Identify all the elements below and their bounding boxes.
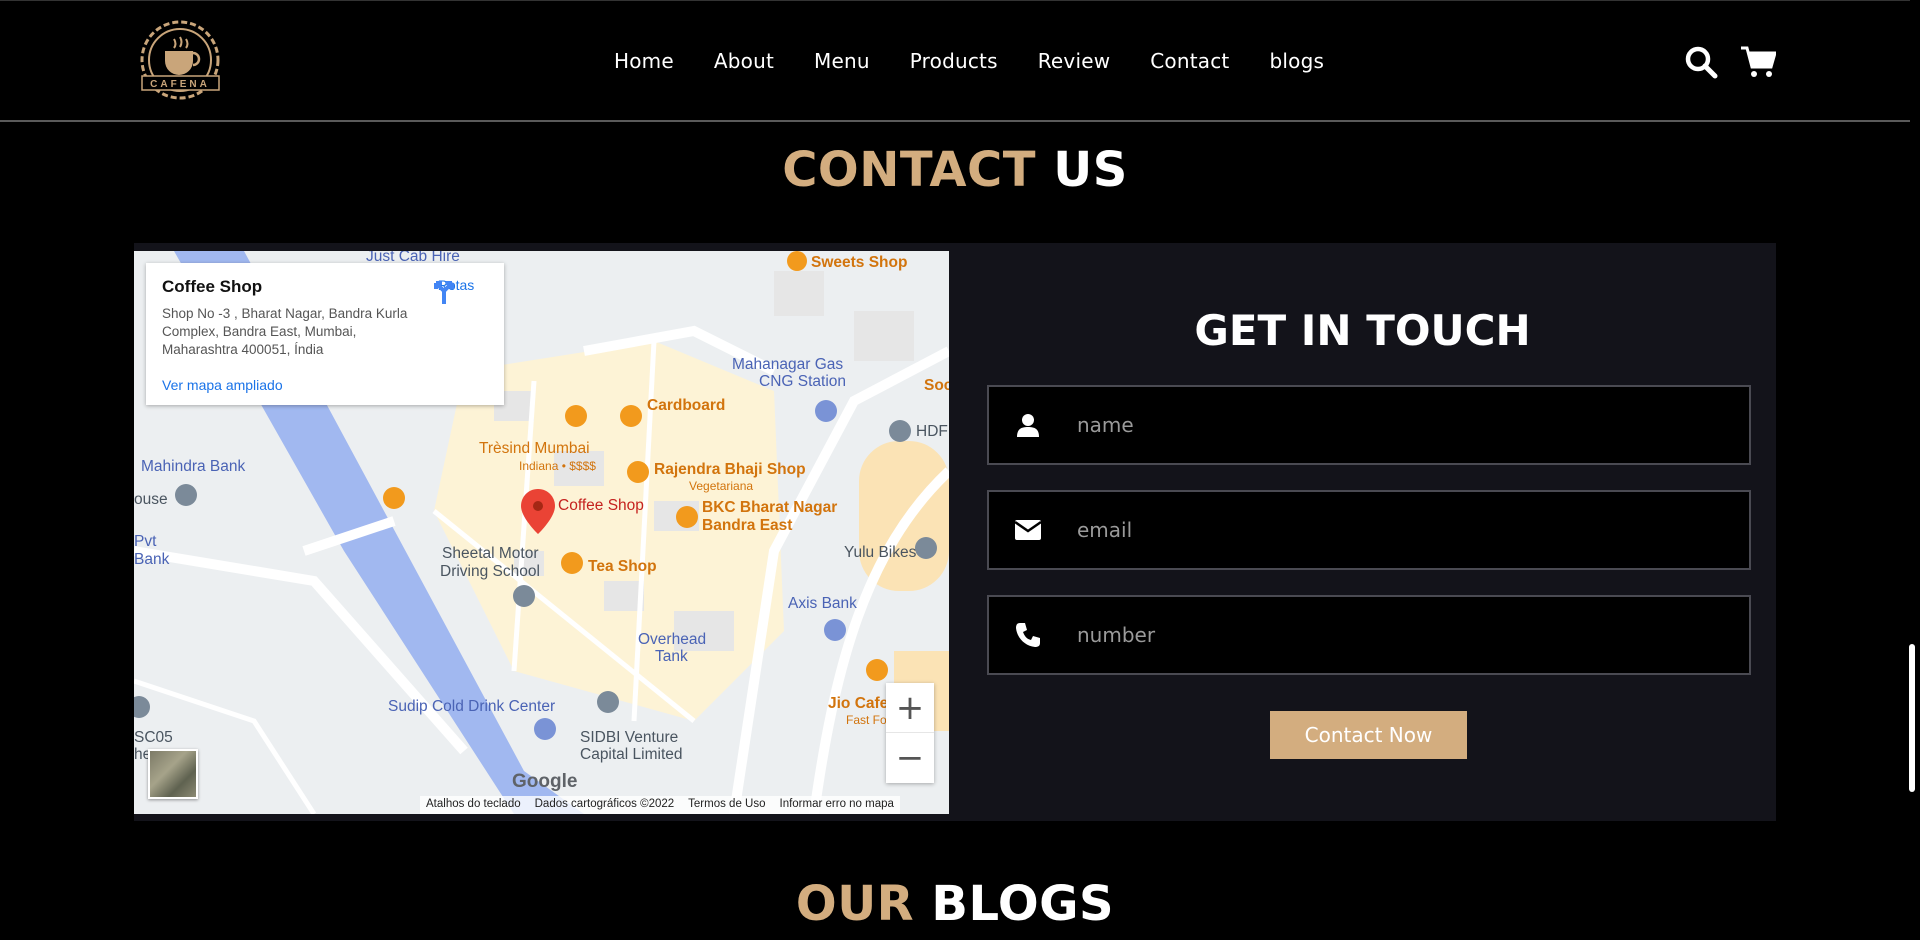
map-label: Bandra East [702,517,793,534]
site-header: CAFENA Home About Menu Products Review C… [0,0,1910,122]
map-label: Overhead [638,631,707,648]
map-label: ouse [134,491,168,508]
map-footer: Atalhos do teclado Dados cartográficos ©… [420,796,900,814]
header-actions [1684,45,1777,84]
nav-review[interactable]: Review [1038,49,1111,73]
map-label: Coffee Shop [558,497,644,514]
blogs-section-title: OUR BLOGS [0,876,1910,932]
map-label: Capital Limited [580,746,683,763]
email-input[interactable] [1067,492,1749,568]
map-label: Pvt [134,533,157,550]
name-input[interactable] [1067,387,1749,463]
email-field [987,490,1751,570]
map-data-text: Dados cartográficos ©2022 [534,798,675,810]
cart-icon[interactable] [1740,45,1777,84]
map-label: SC05 [134,729,173,746]
zoom-out-button[interactable]: − [886,733,934,783]
satellite-toggle[interactable] [148,749,198,799]
map-label: Sweets Shop [811,254,908,271]
keyboard-shortcuts-link[interactable]: Atalhos do teclado [426,798,521,812]
contact-now-button[interactable]: Contact Now [1270,711,1467,759]
terms-link[interactable]: Termos de Uso [688,798,765,812]
map-label: Fast Fo [846,713,887,727]
title-rest: US [1053,142,1128,198]
map-label: Bank [134,551,170,568]
title-rest: BLOGS [931,876,1115,932]
nav-home[interactable]: Home [614,49,674,73]
phone-icon [989,622,1067,648]
google-logo: Google [512,771,578,792]
cafena-logo[interactable]: CAFENA [133,19,228,101]
map-label: Tank [655,648,688,665]
logo-text: CAFENA [150,79,210,90]
contact-section-title: CONTACT US [0,142,1910,198]
number-input[interactable] [1067,597,1749,673]
zoom-in-button[interactable]: + [886,683,934,733]
map-label: Axis Bank [788,595,857,612]
map-label: CNG Station [759,373,847,390]
user-icon [989,413,1067,437]
nav-blogs[interactable]: blogs [1269,49,1324,73]
form-title: GET IN TOUCH [1194,306,1531,355]
map-label: Sheetal Motor [442,545,539,562]
nav-menu[interactable]: Menu [814,49,870,73]
nav-contact[interactable]: Contact [1150,49,1229,73]
directions-button[interactable]: Rotas [431,277,481,304]
map-label: Indiana • $$$$ [519,459,596,473]
map-label: Rajendra Bhaji Shop [654,461,806,478]
report-error-link[interactable]: Informar erro no mapa [780,798,894,812]
map-label: Trèsind Mumbai [479,440,590,457]
main-nav: Home About Menu Products Review Contact … [614,49,1324,73]
title-accent: CONTACT [782,142,1037,198]
search-icon[interactable] [1684,45,1718,84]
map-label: Driving School [440,563,540,580]
place-address: Shop No -3 , Bharat Nagar, Bandra Kurla … [162,306,408,357]
map-label: BKC Bharat Nagar [702,499,838,516]
map-label: Yulu Bikes [844,544,917,561]
map-label: Cardboard [647,397,726,414]
envelope-icon [989,520,1067,540]
embedded-map[interactable]: Just Cab Hire Sweets Shop Mahanagar Gas … [134,251,949,814]
map-label: Mahanagar Gas [732,356,844,373]
map-label: HDF [916,423,948,440]
nav-about[interactable]: About [714,49,774,73]
map-label: Soc [924,377,949,394]
map-label: Vegetariana [689,479,754,493]
map-label: Jio Cafe [828,695,889,712]
larger-map-link[interactable]: Ver mapa ampliado [162,377,283,393]
page-scrollbar[interactable] [1909,644,1915,792]
map-label: Sudip Cold Drink Center [388,698,556,715]
map-label: SIDBI Venture [580,729,679,746]
number-field [987,595,1751,675]
nav-products[interactable]: Products [910,49,998,73]
map-label: Mahindra Bank [141,458,246,475]
title-accent: OUR [795,876,915,932]
zoom-controls: + − [886,683,934,783]
map-label: Tea Shop [588,558,657,575]
place-info-card: Coffee Shop Shop No -3 , Bharat Nagar, B… [146,263,504,405]
name-field [987,385,1751,465]
